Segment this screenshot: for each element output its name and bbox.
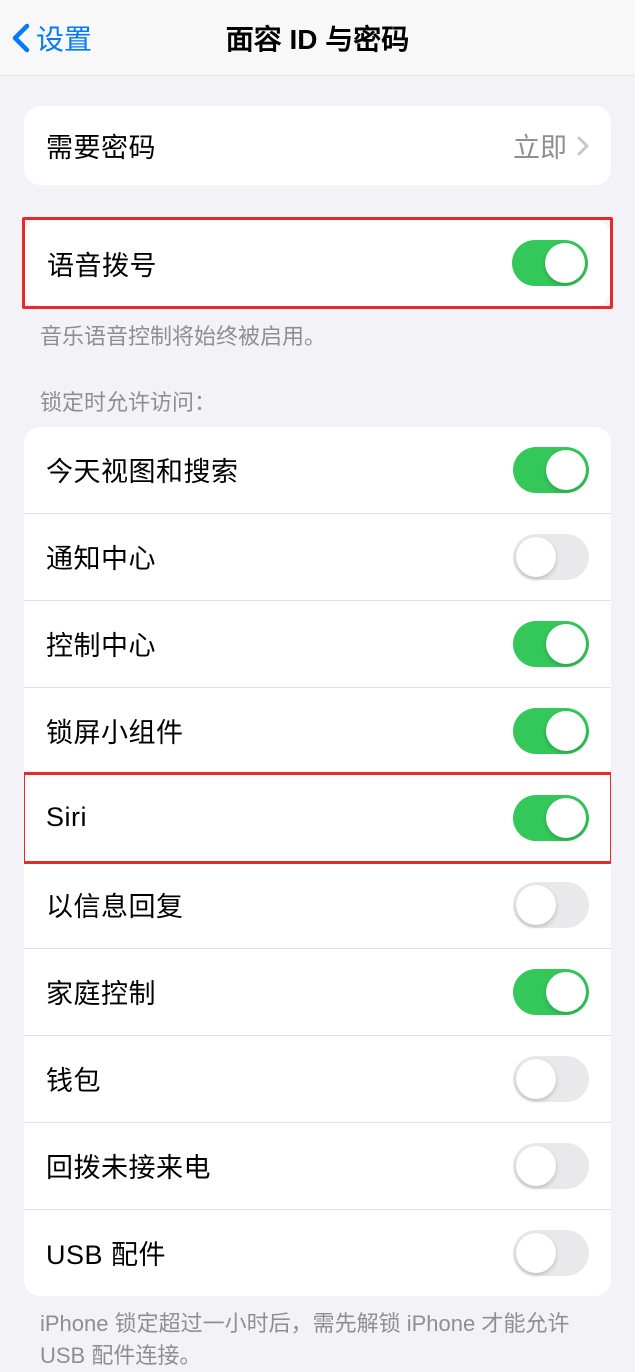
- lockscreen-item-label: Siri: [46, 802, 87, 833]
- lockscreen-item-switch[interactable]: [513, 534, 589, 580]
- lockscreen-item-row: 回拨未接来电: [24, 1123, 611, 1210]
- voice-dial-row: 语音拨号: [25, 220, 610, 306]
- lockscreen-item-switch[interactable]: [513, 882, 589, 928]
- voice-dial-label: 语音拨号: [47, 244, 157, 283]
- lockscreen-access-list: 今天视图和搜索通知中心控制中心锁屏小组件 Siri 以信息回复家庭控制钱包回拨未接来…: [24, 427, 611, 1296]
- lockscreen-section-header: 锁定时允许访问：: [0, 385, 635, 427]
- lockscreen-item-switch[interactable]: [513, 795, 589, 841]
- require-passcode-label: 需要密码: [46, 126, 156, 165]
- lockscreen-item-label: 锁屏小组件: [46, 711, 184, 750]
- lockscreen-item-switch[interactable]: [513, 447, 589, 493]
- lockscreen-item-switch[interactable]: [513, 1056, 589, 1102]
- lockscreen-item-row: 钱包: [24, 1036, 611, 1123]
- lockscreen-item-label: 家庭控制: [46, 972, 156, 1011]
- lockscreen-item-label: 今天视图和搜索: [46, 450, 239, 489]
- lockscreen-item-row: 今天视图和搜索: [24, 427, 611, 514]
- lockscreen-item-label: 通知中心: [46, 537, 156, 576]
- lockscreen-item-row: 家庭控制: [24, 949, 611, 1036]
- chevron-right-icon: [577, 136, 589, 156]
- content: 需要密码 立即 语音拨号 音乐语音控制将始终被启用。: [0, 106, 635, 1372]
- lockscreen-item-row: 锁屏小组件: [24, 688, 611, 775]
- require-passcode-value: 立即: [513, 126, 567, 165]
- lockscreen-footer: iPhone 锁定超过一小时后，需先解锁 iPhone 才能允许 USB 配件连…: [0, 1296, 635, 1372]
- voice-dial-highlight: 语音拨号: [22, 217, 613, 309]
- voice-dial-footer: 音乐语音控制将始终被启用。: [0, 309, 635, 353]
- chevron-left-icon: [12, 23, 30, 53]
- navigation-bar: 设置 面容 ID 与密码: [0, 0, 635, 76]
- page-title: 面容 ID 与密码: [0, 18, 635, 58]
- lockscreen-item-label: 钱包: [46, 1059, 101, 1098]
- lockscreen-item-switch[interactable]: [513, 1143, 589, 1189]
- lockscreen-item-switch[interactable]: [513, 708, 589, 754]
- require-passcode-row[interactable]: 需要密码 立即: [24, 106, 611, 185]
- back-label: 设置: [36, 18, 92, 58]
- lockscreen-item-switch[interactable]: [513, 621, 589, 667]
- lockscreen-item-label: 控制中心: [46, 624, 156, 663]
- lockscreen-item-label: 以信息回复: [46, 885, 184, 924]
- lockscreen-item-label: 回拨未接来电: [46, 1146, 211, 1185]
- lockscreen-item-row: 通知中心: [24, 514, 611, 601]
- lockscreen-item-row: Siri: [24, 775, 611, 862]
- back-button[interactable]: 设置: [0, 18, 92, 58]
- voice-dial-switch[interactable]: [512, 240, 588, 286]
- lockscreen-item-row: 以信息回复: [24, 862, 611, 949]
- lockscreen-item-switch[interactable]: [513, 969, 589, 1015]
- lockscreen-item-row: 控制中心: [24, 601, 611, 688]
